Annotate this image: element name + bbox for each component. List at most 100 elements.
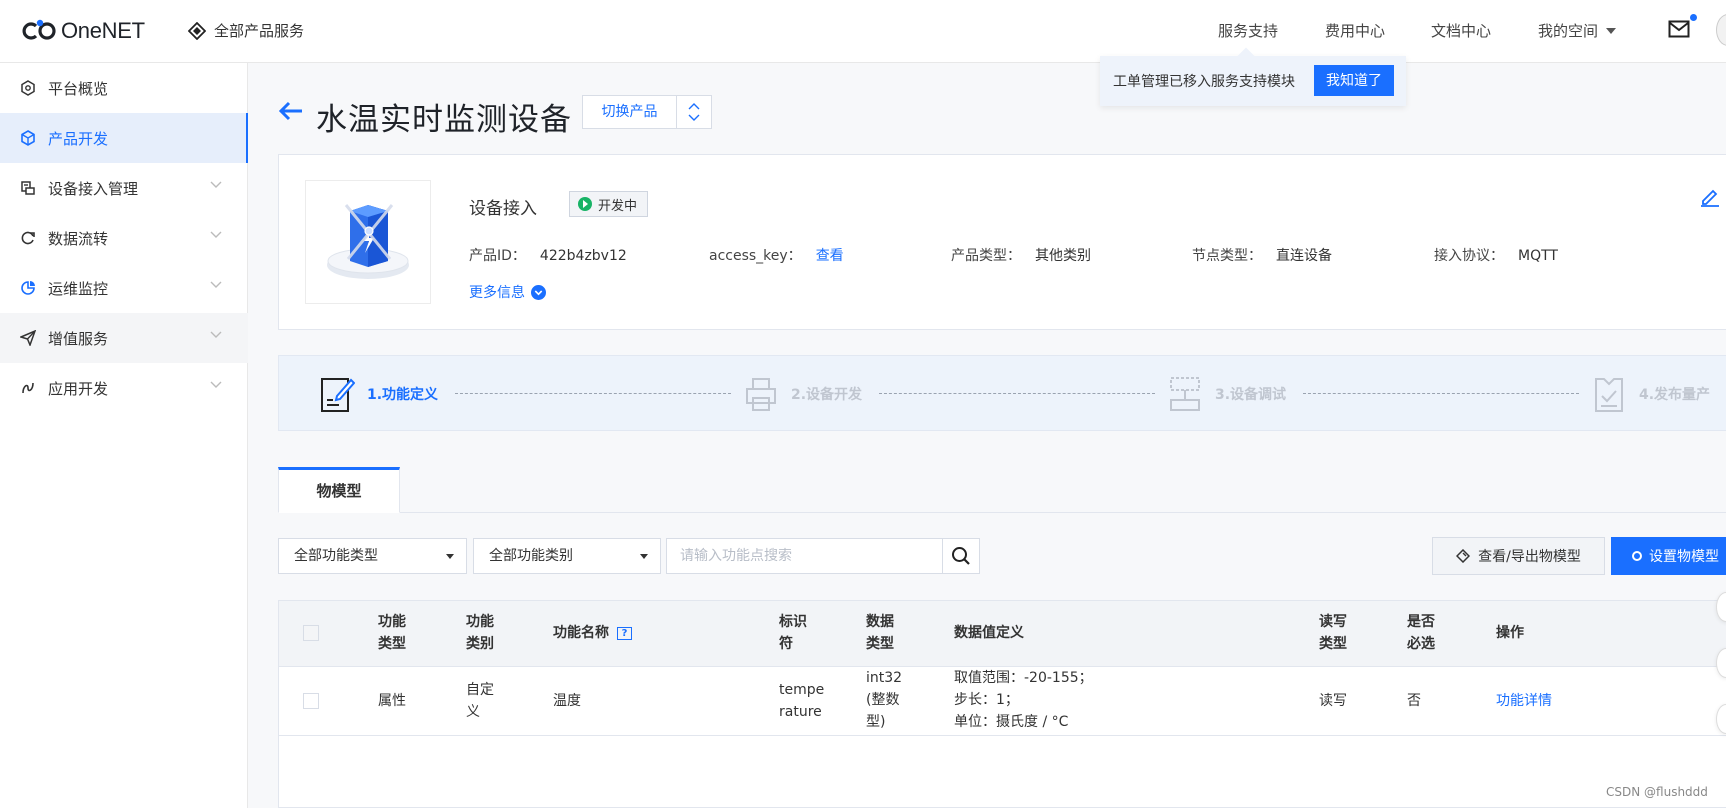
status-badge: 开发中 — [569, 191, 649, 217]
view-export-model-button[interactable]: 查看/导出物模型 — [1432, 537, 1605, 575]
avatar[interactable] — [1716, 14, 1726, 46]
view-access-key-link[interactable]: 查看 — [816, 248, 844, 264]
sidebar-item-label: 产品开发 — [48, 130, 109, 148]
app-dev-icon — [22, 382, 34, 394]
data-flow-icon — [21, 231, 35, 245]
sidebar-item-ops-monitor[interactable]: 运维监控 — [0, 263, 248, 313]
td-required: 否 — [1407, 693, 1421, 709]
edit-document-icon — [321, 378, 355, 412]
nav-docs-center[interactable]: 文档中心 — [1431, 20, 1491, 41]
td-func-category: 自定义 — [466, 682, 494, 720]
step-connector — [1303, 393, 1579, 394]
set-model-button[interactable]: 设置物模型 — [1611, 537, 1726, 575]
step-device-dev[interactable]: 2.设备开发 — [743, 356, 862, 432]
chevron-down-icon — [210, 331, 222, 338]
got-it-button[interactable]: 我知道了 — [1314, 65, 1394, 96]
hexagon-icon — [21, 80, 35, 96]
sidebar-item-label: 设备接入管理 — [48, 180, 139, 198]
device-icon — [21, 181, 35, 195]
meta-label: 接入协议： — [1434, 248, 1504, 264]
cube-icon — [21, 130, 35, 146]
td-value-def: 取值范围：-20-155； 步长：1； 单位：摄氏度 / °C — [954, 670, 1093, 730]
sidebar-item-label: 数据流转 — [48, 230, 109, 248]
sidebar-item-app-dev[interactable]: 应用开发 — [0, 363, 248, 413]
onenet-logo-icon — [22, 19, 56, 40]
meta-product-id: 产品ID： 422b4zbv12 — [469, 245, 627, 265]
thing-model-table: 功能 类型 功能 类别 功能名称? 标识符 数据 类型 数据值定义 读写 类型 是否 必选… — [278, 600, 1726, 808]
view-export-label: 查看/导出物模型 — [1478, 549, 1581, 565]
switch-arrows[interactable] — [677, 96, 711, 128]
select-value: 全部功能类别 — [489, 548, 573, 564]
meta-value: MQTT — [1518, 248, 1558, 264]
function-search-input[interactable] — [666, 538, 944, 574]
tab-thing-model[interactable]: 物模型 — [278, 467, 400, 513]
step-device-debug[interactable]: 3.设备调试 — [1167, 356, 1286, 432]
notice-tooltip: 工单管理已移入服务支持模块 我知道了 — [1100, 47, 1406, 106]
set-model-label: 设置物模型 — [1649, 549, 1719, 565]
step-label: 4.发布量产 — [1639, 387, 1711, 403]
select-value: 全部功能类型 — [294, 548, 378, 564]
up-down-chevron-icon — [688, 103, 700, 121]
select-all-checkbox[interactable] — [303, 625, 319, 641]
meta-product-type: 产品类型： 其他类别 — [951, 245, 1091, 265]
th-func-category: 功能 类别 — [466, 614, 494, 652]
caret-down-icon — [446, 554, 454, 559]
nav-billing-center[interactable]: 费用中心 — [1325, 20, 1385, 41]
sidebar-item-product-dev[interactable]: 产品开发 — [0, 113, 248, 163]
step-release[interactable]: 4.发布量产 — [1591, 356, 1710, 432]
th-action: 操作 — [1496, 625, 1524, 641]
function-detail-link[interactable]: 功能详情 — [1496, 690, 1552, 712]
page-title: 水温实时监测设备 — [316, 102, 572, 138]
printer-icon — [746, 378, 776, 411]
play-status-icon — [578, 197, 592, 211]
th-data-type: 数据 类型 — [866, 614, 894, 652]
more-info-label: 更多信息 — [469, 285, 525, 301]
network-debug-icon — [1170, 377, 1200, 411]
meta-protocol: 接入协议： MQTT — [1434, 245, 1558, 265]
row-checkbox[interactable] — [303, 693, 319, 709]
meta-value: 422b4zbv12 — [539, 248, 627, 264]
edit-icon[interactable] — [1699, 185, 1721, 207]
more-info-toggle[interactable]: 更多信息 — [469, 282, 546, 302]
td-rw-type: 读写 — [1319, 693, 1347, 709]
diamond-outline-icon — [1456, 549, 1471, 563]
paper-plane-icon — [20, 330, 36, 346]
nav-my-space[interactable]: 我的空间 — [1538, 20, 1617, 41]
step-connector — [455, 393, 731, 394]
sidebar-item-platform-overview[interactable]: 平台概览 — [0, 63, 248, 113]
sidebar-item-device-access[interactable]: 设备接入管理 — [0, 163, 248, 213]
sidebar-item-label: 应用开发 — [48, 380, 109, 398]
row-divider — [279, 735, 1726, 736]
onenet-logo[interactable]: OneNET — [22, 18, 145, 44]
nav-my-space-label: 我的空间 — [1538, 22, 1599, 40]
step-label: 3.设备调试 — [1215, 387, 1287, 403]
function-category-select[interactable]: 全部功能类别 — [473, 538, 661, 574]
function-type-select[interactable]: 全部功能类型 — [278, 538, 467, 574]
caret-down-icon — [640, 554, 648, 559]
all-products-menu[interactable]: 全部产品服务 — [188, 20, 304, 41]
sidebar-item-data-flow[interactable]: 数据流转 — [0, 213, 248, 263]
meta-node-type: 节点类型： 直连设备 — [1192, 245, 1332, 265]
gear-icon — [1632, 551, 1642, 561]
td-data-type: int32 (整数 型) — [866, 670, 903, 730]
td-identifier: tempe rature — [779, 682, 825, 720]
th-required: 是否 必选 — [1407, 614, 1435, 652]
th-func-name: 功能名称? — [553, 622, 632, 644]
switch-product-button[interactable]: 切换产品 — [583, 96, 677, 128]
back-arrow-icon[interactable] — [278, 100, 304, 122]
pie-chart-icon — [21, 281, 35, 295]
switch-product-control[interactable]: 切换产品 — [582, 95, 712, 129]
step-label: 1.功能定义 — [367, 387, 439, 403]
checklist-icon — [1595, 378, 1623, 412]
search-button[interactable] — [942, 538, 980, 574]
mail-icon[interactable] — [1668, 20, 1690, 38]
sidebar-item-value-added[interactable]: 增值服务 — [0, 313, 248, 363]
step-function-definition[interactable]: 1.功能定义 — [319, 356, 438, 432]
chevron-down-icon — [210, 181, 222, 188]
chevron-down-icon — [210, 281, 222, 288]
sidebar-item-label: 增值服务 — [48, 330, 109, 348]
notification-dot — [1690, 14, 1697, 21]
help-icon[interactable]: ? — [617, 627, 632, 640]
sidebar: 平台概览 产品开发 设备接入管理 数据流转 运维监控 增值服务 应用开发 — [0, 63, 248, 808]
nav-service-support[interactable]: 服务支持 — [1218, 20, 1278, 41]
